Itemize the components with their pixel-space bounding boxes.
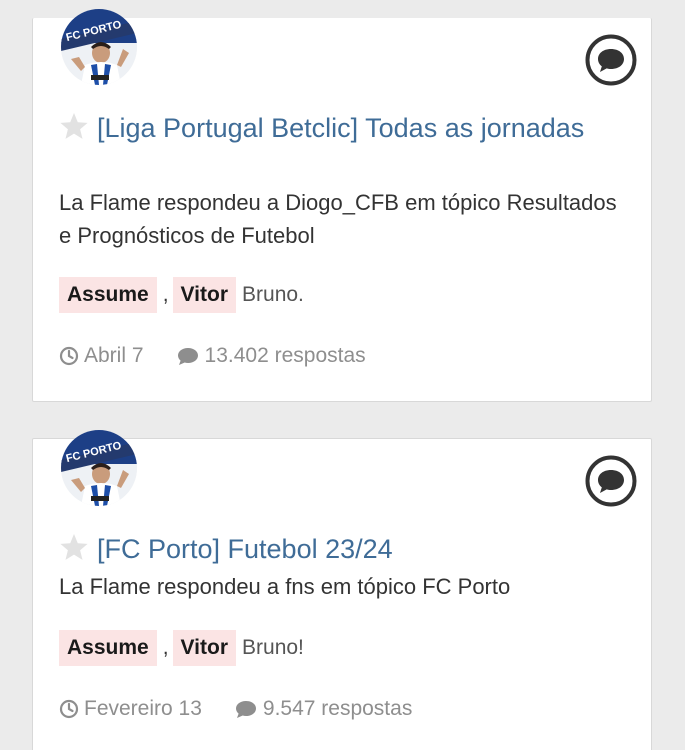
topic-title-row: [FC Porto] Futebol 23/24 bbox=[59, 531, 591, 567]
trailing-text: Bruno! bbox=[242, 636, 304, 659]
topic-replies: 9.547 respostas bbox=[234, 697, 412, 721]
topic-date-text: Fevereiro 13 bbox=[84, 697, 202, 720]
topic-card[interactable]: FC PORTO [Liga Portugal Betclic] Todas a… bbox=[32, 9, 652, 402]
tag-vitor[interactable]: Vitor bbox=[172, 277, 237, 313]
avatar[interactable]: FC PORTO bbox=[61, 9, 137, 85]
chat-bubble-icon[interactable] bbox=[585, 455, 637, 507]
topic-card[interactable]: FC PORTO [FC Porto] Futebol 23/24 La Fla… bbox=[32, 430, 652, 750]
topic-meta: Fevereiro 13 9.547 respostas bbox=[59, 694, 621, 724]
topic-date[interactable]: Abril 7 bbox=[59, 344, 144, 368]
tag-assume[interactable]: Assume bbox=[59, 277, 157, 313]
tag-list: Assume , Vitor Bruno! bbox=[59, 630, 621, 666]
topic-replies: 13.402 respostas bbox=[176, 344, 366, 368]
avatar-image: FC PORTO bbox=[61, 9, 137, 85]
star-icon[interactable] bbox=[59, 533, 89, 561]
topic-meta: Abril 7 13.402 respostas bbox=[59, 341, 621, 371]
tag-vitor[interactable]: Vitor bbox=[172, 630, 237, 666]
topic-title-link[interactable]: [Liga Portugal Betclic] Todas as jornada… bbox=[97, 113, 584, 143]
activity-snippet: La Flame respondeu a fns em tópico FC Po… bbox=[59, 574, 511, 599]
avatar-image: FC PORTO bbox=[61, 430, 137, 506]
topic-replies-text: 9.547 respostas bbox=[262, 697, 413, 720]
topic-replies-text: 13.402 respostas bbox=[204, 344, 366, 367]
trailing-text: Bruno. bbox=[242, 283, 304, 306]
star-icon[interactable] bbox=[59, 112, 89, 140]
clock-icon bbox=[59, 346, 79, 366]
chat-bubble-icon[interactable] bbox=[585, 34, 637, 86]
topic-date-text: Abril 7 bbox=[84, 344, 144, 367]
clock-icon bbox=[59, 699, 79, 719]
avatar[interactable]: FC PORTO bbox=[61, 430, 137, 506]
tag-list: Assume , Vitor Bruno. bbox=[59, 277, 621, 313]
topic-title-row: [Liga Portugal Betclic] Todas as jornada… bbox=[59, 110, 591, 146]
topic-title-link[interactable]: [FC Porto] Futebol 23/24 bbox=[97, 534, 393, 564]
tag-separator: , bbox=[162, 283, 169, 306]
activity-feed: FC PORTO [Liga Portugal Betclic] Todas a… bbox=[0, 0, 685, 750]
activity-snippet: La Flame respondeu a Diogo_CFB em tópico… bbox=[59, 190, 617, 248]
comment-icon bbox=[235, 701, 256, 718]
comment-icon bbox=[177, 348, 198, 365]
tag-separator: , bbox=[162, 636, 169, 659]
tag-assume[interactable]: Assume bbox=[59, 630, 157, 666]
topic-date[interactable]: Fevereiro 13 bbox=[59, 697, 202, 721]
